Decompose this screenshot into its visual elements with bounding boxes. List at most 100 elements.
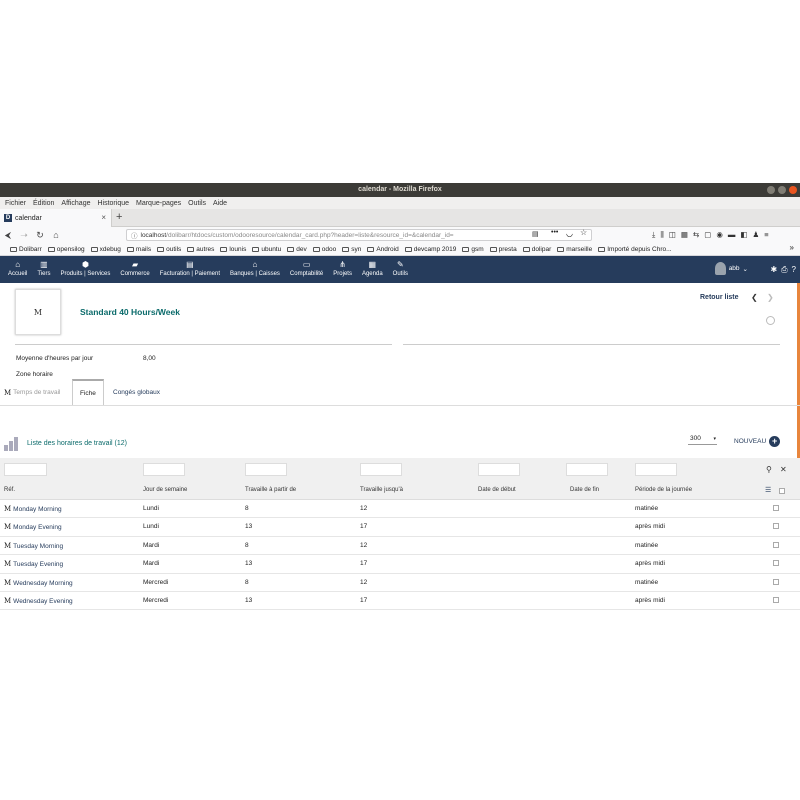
col-start[interactable]: Date de début <box>478 487 516 493</box>
top-menu-produits[interactable]: ⬢ Produits | Services <box>55 256 115 283</box>
print-icon[interactable]: ⎙ <box>781 265 787 275</box>
extension-icon[interactable]: ▦ <box>681 230 688 240</box>
browser-tab[interactable]: D calendar × <box>0 209 112 227</box>
bookmark-item[interactable]: dolipar <box>522 246 551 253</box>
row-checkbox[interactable] <box>773 541 779 548</box>
column-select-icon[interactable]: ☰ <box>765 486 771 494</box>
filter-day-input[interactable] <box>143 463 185 476</box>
tab-work-time[interactable]: M Temps de travail <box>4 380 61 405</box>
bookmark-item[interactable]: syn <box>342 246 361 253</box>
account-icon[interactable]: ◉ <box>716 230 723 240</box>
next-record-icon[interactable]: ❯ <box>767 293 774 302</box>
menu-fichier[interactable]: Fichier <box>5 200 26 207</box>
bookmark-item[interactable]: opensilog <box>47 246 85 253</box>
menu-outils[interactable]: Outils <box>188 200 206 207</box>
col-ref[interactable]: Réf. <box>4 487 15 493</box>
page-size-select[interactable]: 300 ▾ <box>688 433 717 445</box>
menu-edition[interactable]: Édition <box>33 200 54 207</box>
bookmarks-overflow-icon[interactable]: » <box>790 243 794 252</box>
bookmark-item[interactable]: devcamp 2019 <box>404 246 456 253</box>
minimize-button[interactable] <box>767 186 775 194</box>
top-menu-comptabilite[interactable]: ▭ Comptabilité <box>285 256 328 283</box>
col-from[interactable]: Travaille à partir de <box>245 487 296 493</box>
top-menu-tiers[interactable]: ▥ Tiers <box>32 256 55 283</box>
new-button[interactable]: NOUVEAU + <box>734 436 781 447</box>
maximize-button[interactable] <box>778 186 786 194</box>
row-checkbox[interactable] <box>773 505 779 511</box>
screenshot-icon[interactable]: ▢ <box>704 230 711 240</box>
back-to-list-link[interactable]: Retour liste <box>700 294 739 301</box>
top-menu-projets[interactable]: ⋔ Projets <box>328 256 357 283</box>
bookmark-item[interactable]: outils <box>157 246 181 253</box>
reader-icon[interactable]: ▤ <box>532 230 539 238</box>
filter-period-input[interactable] <box>635 463 677 476</box>
bookmark-item[interactable]: marseille <box>557 246 592 253</box>
col-day[interactable]: Jour de semaine <box>143 487 187 493</box>
bookmark-item[interactable]: gsm <box>462 246 484 253</box>
info-icon[interactable]: ⓘ <box>131 230 138 240</box>
bookmark-item[interactable]: Dolibarr <box>10 246 42 253</box>
cell-ref[interactable]: M Wednesday Evening <box>4 597 73 605</box>
url-bar[interactable]: ⓘ localhost/dolibarr/htdocs/custom/odoor… <box>126 229 592 241</box>
top-menu-commerce[interactable]: ▰ Commerce <box>115 256 154 283</box>
top-menu-accueil[interactable]: ⌂ Accueil <box>3 256 32 283</box>
page-actions-icon[interactable]: ••• <box>551 229 558 236</box>
bookmark-item[interactable]: ubuntu <box>252 246 281 253</box>
back-arrow-icon[interactable]: ⮜ <box>0 230 16 241</box>
row-checkbox[interactable] <box>773 578 779 585</box>
library-icon[interactable]: ⫼ <box>660 230 663 240</box>
previous-record-icon[interactable]: ❮ <box>751 293 758 302</box>
cell-ref[interactable]: M Tuesday Evening <box>4 560 63 568</box>
bookmark-item[interactable]: dev <box>287 246 307 253</box>
col-to[interactable]: Travaille jusqu'à <box>360 487 403 493</box>
row-checkbox[interactable] <box>773 596 779 603</box>
tab-conges-globaux[interactable]: Congés globaux <box>113 380 160 405</box>
bookmark-item[interactable]: Android <box>367 246 399 253</box>
pocket-icon[interactable]: ◡ <box>566 229 573 238</box>
filter-from-input[interactable] <box>245 463 287 476</box>
cell-ref[interactable]: M Monday Morning <box>4 505 62 513</box>
col-period[interactable]: Période de la journée <box>635 487 692 493</box>
ublock-icon[interactable]: ◧ <box>740 230 747 240</box>
row-checkbox[interactable] <box>773 523 779 530</box>
bookmark-star-icon[interactable]: ☆ <box>580 228 587 237</box>
new-tab-button[interactable]: + <box>116 211 122 223</box>
col-end[interactable]: Date de fin <box>570 487 599 493</box>
cell-ref[interactable]: M Monday Evening <box>4 523 62 531</box>
bookmark-item[interactable]: odoo <box>312 246 336 253</box>
cell-ref[interactable]: M Wednesday Morning <box>4 579 73 587</box>
filter-to-input[interactable] <box>360 463 402 476</box>
bookmark-item[interactable]: presta <box>489 246 517 253</box>
search-icon[interactable]: ⚲ <box>766 465 772 474</box>
bookmark-item[interactable]: mails <box>126 246 151 253</box>
help-icon[interactable]: ? <box>792 265 796 275</box>
forward-arrow-icon[interactable]: ➝ <box>16 230 32 241</box>
bookmark-item[interactable]: xdebug <box>90 246 121 253</box>
close-window-button[interactable] <box>789 186 797 194</box>
filter-end-input[interactable] <box>566 463 608 476</box>
reload-icon[interactable]: ↻ <box>32 230 48 241</box>
clear-filter-icon[interactable]: ✕ <box>780 465 787 474</box>
sidebar-icon[interactable]: ◫ <box>669 230 676 240</box>
tab-fiche[interactable]: Fiche <box>72 379 104 405</box>
top-menu-outils[interactable]: ✎ Outils <box>388 256 413 283</box>
menu-historique[interactable]: Historique <box>97 200 129 207</box>
home-icon[interactable]: ⌂ <box>48 230 64 240</box>
bookmark-item[interactable]: lounis <box>220 246 246 253</box>
bookmark-item[interactable]: Importé depuis Chro... <box>598 246 672 253</box>
download-icon[interactable]: ⤓ <box>652 230 655 240</box>
addon-icon[interactable]: ♟ <box>753 230 760 240</box>
filter-start-input[interactable] <box>478 463 520 476</box>
top-menu-agenda[interactable]: ▦ Agenda <box>357 256 388 283</box>
bug-icon[interactable]: ✱ <box>770 265 777 275</box>
bookmark-item[interactable]: autres <box>187 246 214 253</box>
top-menu-banques[interactable]: ⌂ Banques | Caisses <box>225 256 285 283</box>
top-menu-facturation[interactable]: ▤ Facturation | Paiement <box>155 256 225 283</box>
user-menu[interactable]: abb ⌄ <box>714 262 748 275</box>
menu-marque-pages[interactable]: Marque-pages <box>136 200 181 207</box>
cell-ref[interactable]: M Tuesday Morning <box>4 542 63 550</box>
menu-aide[interactable]: Aide <box>213 200 227 207</box>
menu-affichage[interactable]: Affichage <box>61 200 90 207</box>
sync-icon[interactable]: ⇆ <box>693 230 699 240</box>
devtools-icon[interactable]: ▬ <box>728 230 736 240</box>
